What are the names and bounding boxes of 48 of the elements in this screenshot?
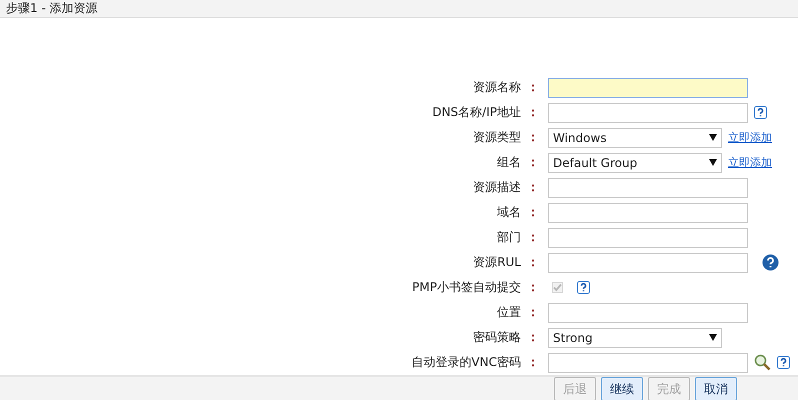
text-field[interactable] [548,78,748,98]
text-field[interactable] [548,228,748,248]
label-colon: ： [526,129,540,146]
field-label: 资源类型 [472,129,521,146]
label-colon: ： [526,229,540,246]
label-colon: ： [526,304,540,321]
text-field[interactable] [548,202,748,222]
text-field[interactable] [548,178,748,198]
label-colon: ： [526,204,540,221]
field-label: 密码策略 [472,329,521,346]
help-icon[interactable] [577,281,590,294]
field-label: 资源名称 [472,79,521,96]
label-colon: ： [526,154,540,171]
dropdown[interactable]: Strong [548,328,722,348]
help-icon[interactable] [754,106,767,119]
dropdown[interactable]: Default Group [548,152,722,172]
label-colon: ： [526,179,540,196]
label-colon: ： [526,254,540,271]
page-title: 步骤1 - 添加资源 [6,0,98,17]
field-label: 部门 [496,229,521,246]
label-colon: ： [526,104,540,121]
field-label: 资源RUL [472,254,521,271]
caret-icon [709,334,717,341]
text-field[interactable] [548,352,748,372]
action-button[interactable]: 取消 [695,377,737,400]
add-now-link[interactable]: 立即添加 [728,155,772,170]
label-colon: ： [526,279,540,296]
text-field[interactable] [548,102,748,122]
field-label: 自动登录的VNC密码 [410,354,521,371]
text-field[interactable] [548,252,748,272]
field-label: PMP小书签自动提交 [411,279,521,296]
help-icon[interactable] [777,356,790,369]
caret-icon [709,134,717,141]
caret-icon [709,159,717,166]
action-button[interactable]: 继续 [601,377,643,400]
search-icon[interactable] [754,354,771,371]
field-label: DNS名称/IP地址 [431,104,521,121]
dropdown[interactable]: Windows [548,128,722,148]
field-label: 资源描述 [472,179,521,196]
add-now-link[interactable]: 立即添加 [728,130,772,145]
field-label: 位置 [496,304,521,321]
label-colon: ： [526,329,540,346]
label-colon: ： [526,79,540,96]
text-field[interactable] [548,302,748,322]
help-icon[interactable] [762,254,779,271]
label-colon: ： [526,354,540,371]
field-label: 组名 [496,154,521,171]
field-label: 域名 [496,204,521,221]
